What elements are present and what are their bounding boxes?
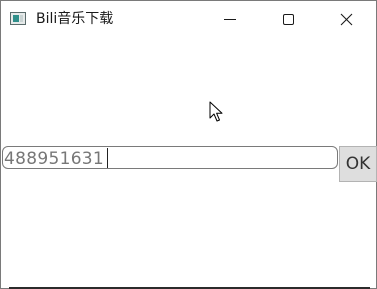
minimize-button[interactable] <box>201 1 259 37</box>
id-input[interactable]: 488951631 <box>2 146 338 169</box>
id-input-value: 488951631 <box>4 149 105 169</box>
close-icon <box>340 13 353 26</box>
close-button[interactable] <box>317 1 375 37</box>
text-caret <box>107 148 108 168</box>
maximize-button[interactable] <box>259 1 317 37</box>
app-window-icon <box>10 12 26 25</box>
app-icon-left-pane <box>13 15 19 22</box>
window-title: Bili音乐下载 <box>36 11 114 27</box>
title-bar[interactable]: Bili音乐下载 <box>1 1 376 37</box>
mouse-pointer-icon <box>209 101 223 122</box>
maximize-icon <box>283 14 294 25</box>
app-window: Bili音乐下载 488951631 OK <box>0 0 377 289</box>
minimize-icon <box>224 19 236 20</box>
app-icon-right-pane <box>20 15 23 22</box>
ok-button[interactable]: OK <box>339 146 377 182</box>
